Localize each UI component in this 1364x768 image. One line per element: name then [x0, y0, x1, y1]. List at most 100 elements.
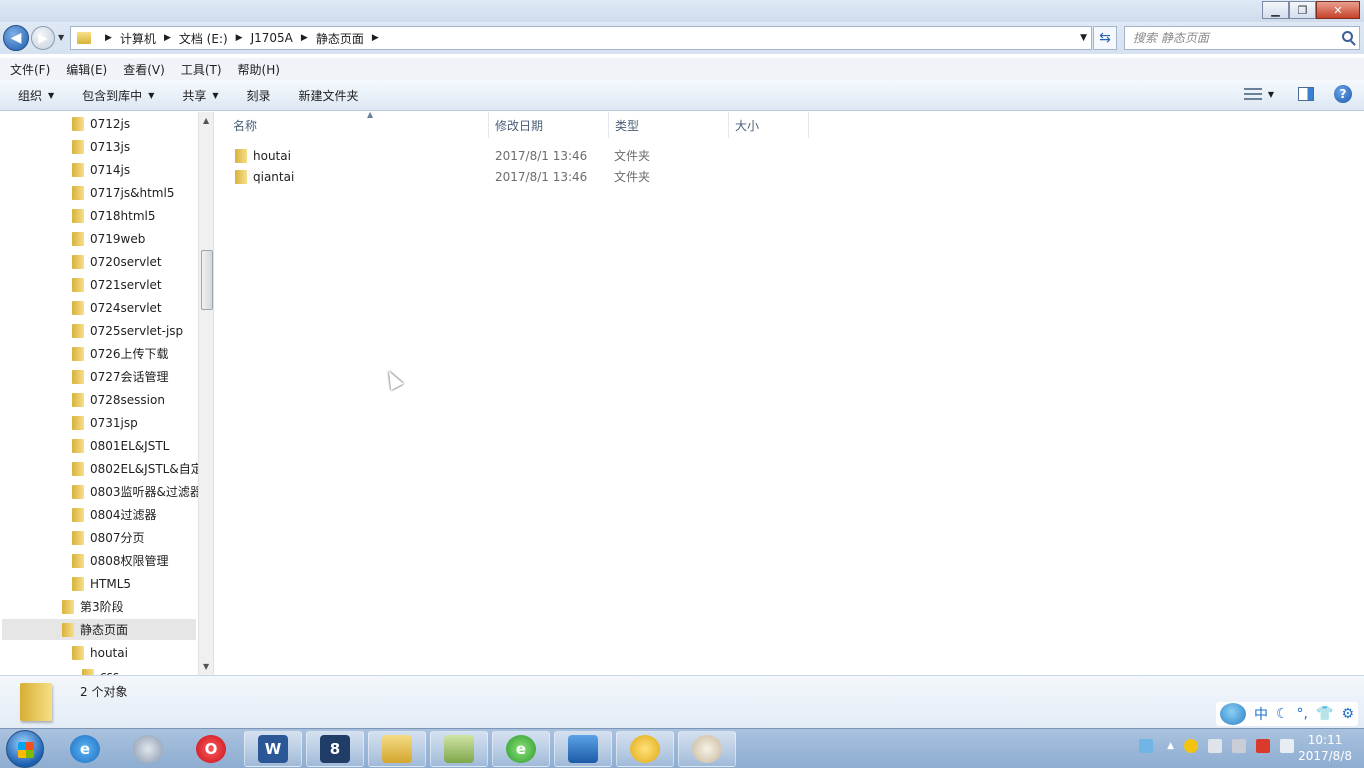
breadcrumb-chevron-icon[interactable]: ▶: [105, 33, 112, 43]
tree-item[interactable]: 0803监听器&过滤器: [72, 481, 202, 502]
maximize-button[interactable]: ❐: [1289, 1, 1316, 19]
menu-view[interactable]: 查看(V): [123, 61, 165, 78]
taskbar-app[interactable]: 8: [306, 731, 364, 767]
volume-icon[interactable]: [1280, 739, 1294, 753]
taskbar-globe[interactable]: [119, 731, 177, 767]
taskbar-word[interactable]: W: [244, 731, 302, 767]
forward-button[interactable]: ▶: [31, 26, 55, 50]
skin-icon[interactable]: 👕: [1316, 706, 1333, 722]
new-folder-button[interactable]: 新建文件夹: [299, 87, 359, 104]
breadcrumb-computer[interactable]: 计算机: [120, 30, 156, 47]
tree-item[interactable]: 0720servlet: [72, 251, 162, 272]
column-modified-header[interactable]: 修改日期: [489, 112, 609, 138]
menu-help[interactable]: 帮助(H): [238, 61, 280, 78]
tree-item[interactable]: css: [82, 665, 119, 675]
tree-item[interactable]: 0801EL&JSTL: [72, 435, 169, 456]
moon-icon[interactable]: ☾: [1276, 706, 1289, 722]
taskbar-app-green[interactable]: [430, 731, 488, 767]
tree-item[interactable]: 0802EL&JSTL&自定: [72, 458, 203, 479]
address-bar[interactable]: ▶ 计算机 ▶ 文档 (E:) ▶ J1705A ▶ 静态页面 ▶ ▼: [70, 26, 1092, 50]
tree-item[interactable]: 0724servlet: [72, 297, 162, 318]
organize-button[interactable]: 组织 ▼: [18, 87, 54, 104]
punctuation-icon[interactable]: °,: [1297, 706, 1308, 722]
flag-tray-icon[interactable]: [1256, 739, 1270, 753]
close-button[interactable]: ✕: [1316, 1, 1360, 19]
ime-mode[interactable]: 中: [1254, 704, 1268, 724]
tree-item[interactable]: 0804过滤器: [72, 504, 157, 525]
tree-item[interactable]: 0731jsp: [72, 412, 138, 433]
tree-item[interactable]: 0726上传下载: [72, 343, 169, 364]
burn-button[interactable]: 刻录: [247, 87, 271, 104]
menu-file[interactable]: 文件(F): [10, 61, 50, 78]
taskbar-explorer[interactable]: [368, 731, 426, 767]
tree-item[interactable]: 0718html5: [72, 205, 156, 226]
file-name-cell: houtai: [235, 148, 485, 163]
taskbar-ie[interactable]: e: [56, 731, 114, 767]
share-button[interactable]: 共享 ▼: [182, 87, 218, 104]
breadcrumb-current[interactable]: 静态页面: [316, 30, 364, 47]
chevron-down-icon[interactable]: ▼: [1268, 90, 1274, 99]
breadcrumb-folder[interactable]: J1705A: [251, 31, 293, 45]
search-box[interactable]: [1124, 26, 1360, 50]
taskbar-opera[interactable]: O: [182, 731, 240, 767]
column-name-header[interactable]: 名称 ▲: [227, 110, 489, 138]
refresh-button[interactable]: ⇆: [1093, 26, 1117, 50]
show-hidden-icons-icon[interactable]: ▲: [1167, 741, 1174, 751]
breadcrumb-chevron-icon[interactable]: ▶: [301, 33, 308, 43]
tree-item[interactable]: 0712js: [72, 113, 130, 134]
scroll-down-icon[interactable]: ▼: [203, 662, 209, 671]
tree-item[interactable]: 0725servlet-jsp: [72, 320, 183, 341]
network-tray-icon[interactable]: [1232, 739, 1246, 753]
item-count: 2 个对象: [80, 685, 128, 699]
help-icon[interactable]: ?: [1334, 85, 1352, 103]
breadcrumb-chevron-icon[interactable]: ▶: [372, 33, 379, 43]
breadcrumb-chevron-icon[interactable]: ▶: [164, 33, 171, 43]
tree-scrollbar[interactable]: ▲ ▼: [198, 112, 213, 675]
ime-toolbar[interactable]: 中 ☾ °, 👕 ⚙: [1215, 702, 1358, 726]
column-type-header[interactable]: 类型: [609, 112, 729, 138]
view-options-icon[interactable]: [1243, 88, 1262, 100]
tree-item-selected[interactable]: 静态页面: [2, 619, 196, 640]
taskbar-remote[interactable]: [554, 731, 612, 767]
tree-item[interactable]: 第3阶段: [62, 596, 124, 617]
tree-item[interactable]: 0714js: [72, 159, 130, 180]
ime-logo-icon[interactable]: [1219, 703, 1246, 725]
preview-pane-icon[interactable]: [1298, 87, 1314, 101]
tree-item[interactable]: 0719web: [72, 228, 145, 249]
taskbar-paint[interactable]: [678, 731, 736, 767]
taskbar-browser[interactable]: e: [492, 731, 550, 767]
monitor-icon: [568, 735, 598, 763]
minimize-button[interactable]: ▁: [1262, 1, 1289, 19]
breadcrumb-chevron-icon[interactable]: ▶: [236, 33, 243, 43]
column-size-header[interactable]: 大小: [729, 112, 809, 138]
tree-item[interactable]: HTML5: [72, 573, 131, 594]
tree-item[interactable]: 0728session: [72, 389, 165, 410]
app-tray-icon[interactable]: [1184, 739, 1198, 753]
menu-tools[interactable]: 工具(T): [181, 61, 222, 78]
search-input[interactable]: [1125, 27, 1325, 49]
scroll-thumb[interactable]: [201, 250, 213, 310]
tree-item[interactable]: 0721servlet: [72, 274, 162, 295]
device-tray-icon[interactable]: [1208, 739, 1222, 753]
tree-item[interactable]: 0807分页: [72, 527, 145, 548]
tree-item-label: 0726上传下载: [90, 347, 169, 361]
menu-edit[interactable]: 编辑(E): [66, 61, 107, 78]
taskbar-app-yellow[interactable]: [616, 731, 674, 767]
tree-item[interactable]: 0727会话管理: [72, 366, 169, 387]
breadcrumb-drive[interactable]: 文档 (E:): [179, 30, 228, 47]
include-in-library-button[interactable]: 包含到库中 ▼: [82, 87, 154, 104]
recent-pages-dropdown[interactable]: ▼: [58, 33, 64, 42]
tree-item[interactable]: 0808权限管理: [72, 550, 169, 571]
app-icon: 8: [320, 735, 350, 763]
clock[interactable]: 10:11 2017/8/8: [1298, 732, 1352, 764]
back-button[interactable]: ◀: [3, 25, 29, 51]
start-button[interactable]: [6, 730, 44, 768]
scroll-up-icon[interactable]: ▲: [203, 116, 209, 125]
tree-item[interactable]: 0717js&html5: [72, 182, 174, 203]
tree-item[interactable]: houtai: [72, 642, 128, 663]
gear-icon[interactable]: ⚙: [1341, 706, 1354, 722]
address-dropdown-icon[interactable]: ▼: [1080, 33, 1087, 43]
ime-tray-icon[interactable]: [1139, 739, 1154, 753]
tree-item[interactable]: 0713js: [72, 136, 130, 157]
search-icon[interactable]: [1342, 31, 1353, 42]
